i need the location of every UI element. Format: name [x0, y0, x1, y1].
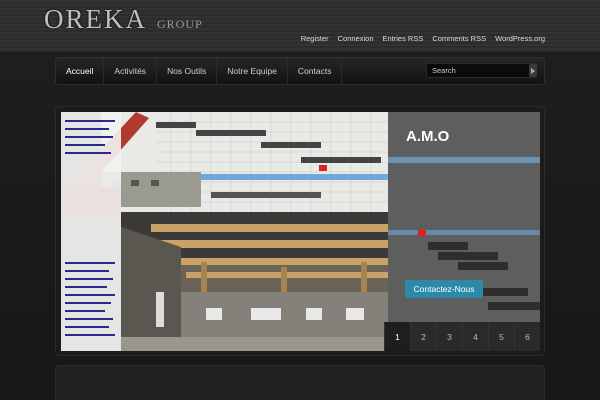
construction-photo: [61, 112, 388, 351]
comments-rss-link[interactable]: Comments RSS: [432, 34, 486, 43]
slide-panel: A.M.O Contactez-Nous: [388, 112, 540, 351]
top-links: Register Connexion Entries RSS Comments …: [301, 34, 545, 43]
slide-image: [61, 112, 388, 351]
main-nav: Accueil Activités Nos Outils Notre Equip…: [55, 57, 545, 85]
register-link[interactable]: Register: [301, 34, 329, 43]
search-button[interactable]: [529, 64, 537, 77]
logo-mark: OREKA: [44, 4, 147, 34]
site-logo[interactable]: OREKA GROUP: [44, 4, 203, 34]
nav-item-activites[interactable]: Activités: [104, 58, 158, 84]
nav-item-accueil[interactable]: Accueil: [56, 58, 105, 84]
pager-item-1[interactable]: 1: [384, 322, 410, 351]
panel-background: [388, 112, 540, 351]
contact-button[interactable]: Contactez-Nous: [405, 280, 483, 298]
nav-item-contacts[interactable]: Contacts: [288, 58, 343, 84]
entries-rss-link[interactable]: Entries RSS: [382, 34, 423, 43]
nav-item-nos-outils[interactable]: Nos Outils: [157, 58, 218, 84]
pager-item-4[interactable]: 4: [462, 322, 488, 351]
nav-item-notre-equipe[interactable]: Notre Equipe: [217, 58, 288, 84]
pager-item-2[interactable]: 2: [410, 322, 436, 351]
wordpress-link[interactable]: WordPress.org: [495, 34, 545, 43]
content-box: [55, 365, 545, 400]
logo-subtitle: GROUP: [157, 17, 203, 31]
slider-pager: 1 2 3 4 5 6: [384, 322, 540, 351]
site-header: OREKA GROUP Register Connexion Entries R…: [0, 0, 600, 52]
search-input[interactable]: [427, 64, 529, 77]
login-link[interactable]: Connexion: [338, 34, 374, 43]
slide-title: A.M.O: [406, 128, 450, 145]
arrow-right-icon: [531, 67, 535, 74]
search-box: [426, 63, 537, 78]
pager-item-6[interactable]: 6: [514, 322, 540, 351]
pager-item-3[interactable]: 3: [436, 322, 462, 351]
pager-item-5[interactable]: 5: [488, 322, 514, 351]
